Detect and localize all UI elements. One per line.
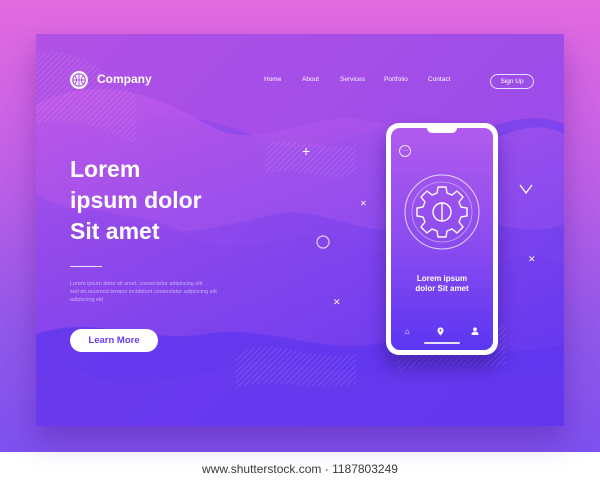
body-line-1: Lorem ipsum dolor sit amet, consectetur … <box>70 281 203 287</box>
basketball-icon[interactable] <box>70 71 88 89</box>
watermark-text: www.shutterstock.com · 1187803249 <box>202 462 398 476</box>
brand-name[interactable]: Company <box>97 72 152 86</box>
headline-line-3: Sit amet <box>70 218 160 244</box>
sign-up-button[interactable]: Sign Up <box>490 74 534 89</box>
x-decoration-icon: ✕ <box>333 297 341 307</box>
nav-link-services[interactable]: Services <box>340 76 365 83</box>
top-navigation: Company Home About Services Portfolio Co… <box>36 34 564 129</box>
user-icon[interactable] <box>471 327 479 337</box>
nav-link-portfolio[interactable]: Portfolio <box>384 76 408 83</box>
phone-title: Lorem ipsum dolor Sit amet <box>391 274 493 294</box>
x-decoration-icon: ✕ <box>360 199 367 208</box>
learn-more-button[interactable]: Learn More <box>70 329 158 352</box>
more-dots-icon[interactable]: ··· <box>399 145 411 157</box>
phone-mockup: ··· Lorem ipsum dolor Sit amet ⌂ <box>386 123 498 355</box>
x-decoration-icon: ✕ <box>528 254 536 264</box>
phone-screen: ··· Lorem ipsum dolor Sit amet ⌂ <box>391 128 493 350</box>
gear-icon <box>404 174 480 250</box>
headline-line-2: ipsum dolor <box>70 187 202 213</box>
phone-title-line-2: dolor Sit amet <box>415 284 469 293</box>
headline-line-1: Lorem <box>70 156 141 182</box>
nav-link-contact[interactable]: Contact <box>428 76 450 83</box>
hero-body-text: Lorem ipsum dolor sit amet, consectetur … <box>70 280 230 304</box>
home-indicator-bar <box>424 342 460 344</box>
home-icon[interactable]: ⌂ <box>405 328 410 336</box>
phone-title-line-1: Lorem ipsum <box>416 274 468 283</box>
chevron-decoration-icon <box>519 184 533 194</box>
phone-notch <box>427 128 457 133</box>
body-line-2: sed do eiusmod tempor incididunt consect… <box>70 289 217 295</box>
plus-decoration-icon: + <box>302 143 311 159</box>
location-pin-icon[interactable] <box>437 327 444 338</box>
headline-divider <box>70 266 102 267</box>
nav-link-about[interactable]: About <box>302 76 319 83</box>
phone-bottom-nav: ⌂ <box>391 326 493 338</box>
landing-card: Company Home About Services Portfolio Co… <box>36 34 564 426</box>
body-line-3: adipiscing elit <box>70 297 104 303</box>
hero-headline: Lorem ipsum dolor Sit amet <box>70 154 202 247</box>
nav-link-home[interactable]: Home <box>264 76 281 83</box>
